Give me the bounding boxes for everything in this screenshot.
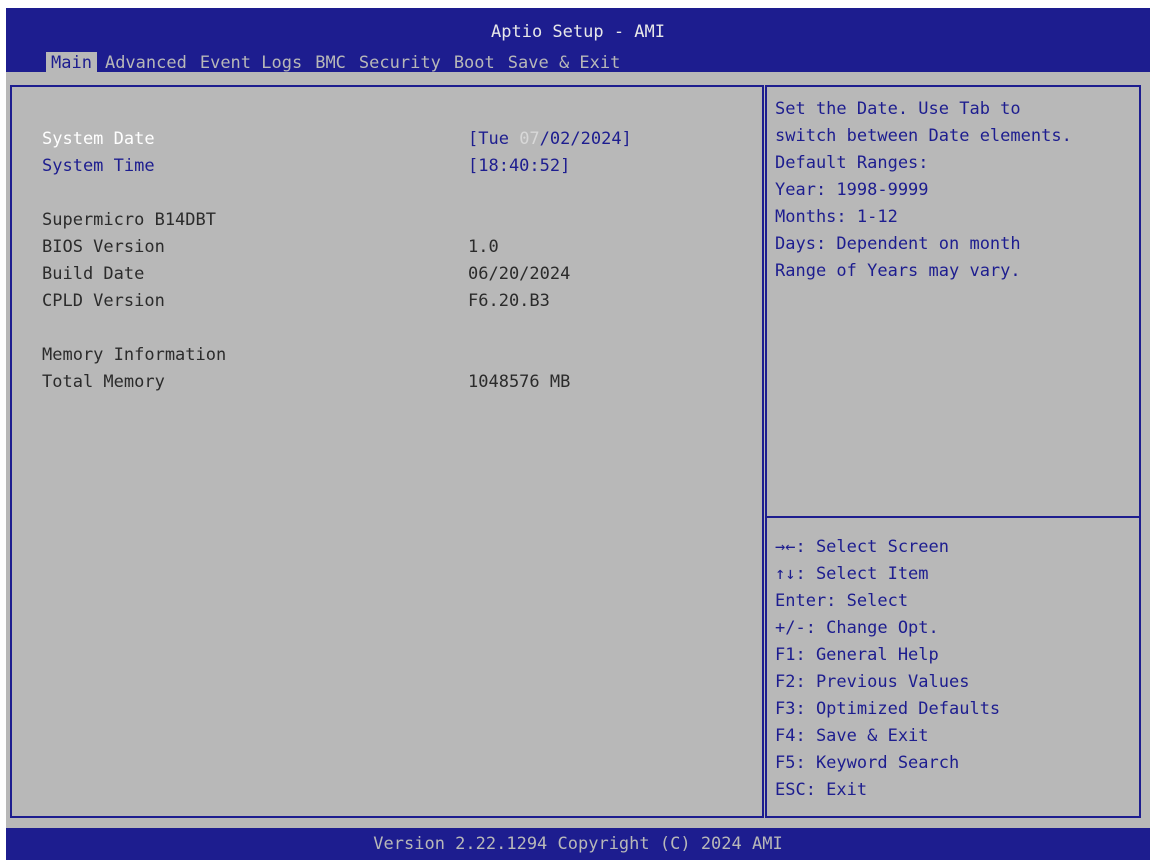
- key-help-esc: ESC: Exit: [775, 780, 868, 800]
- tab-boot[interactable]: Boot: [449, 52, 500, 74]
- help-text-line: Days: Dependent on month: [775, 234, 1021, 254]
- cpld-version-label: CPLD Version: [42, 291, 165, 311]
- help-divider: [767, 516, 1139, 518]
- header-bar: Aptio Setup - AMI Main Advanced Event Lo…: [6, 8, 1150, 74]
- footer-version-text: Version 2.22.1294 Copyright (C) 2024 AMI: [373, 834, 783, 854]
- tab-event-logs[interactable]: Event Logs: [195, 52, 307, 74]
- build-date-value: 06/20/2024: [468, 264, 571, 284]
- system-time-label[interactable]: System Time: [42, 154, 155, 178]
- key-help-select-screen: →←: Select Screen: [775, 537, 949, 557]
- system-date-field[interactable]: [Tue 07/02/2024]: [468, 127, 632, 151]
- help-text-line: Set the Date. Use Tab to: [775, 99, 1021, 119]
- key-help-f3: F3: Optimized Defaults: [775, 699, 1001, 719]
- key-help-select-item: ↑↓: Select Item: [775, 564, 929, 584]
- key-help-f1: F1: General Help: [775, 645, 939, 665]
- key-help-f2: F2: Previous Values: [775, 672, 970, 692]
- total-memory-value: 1048576 MB: [468, 372, 571, 392]
- cpld-version-value: F6.20.B3: [468, 291, 550, 311]
- system-date-label[interactable]: System Date: [42, 127, 155, 151]
- system-date-prefix: [Tue: [468, 129, 520, 149]
- tab-save-exit[interactable]: Save & Exit: [503, 52, 626, 74]
- key-help-f5: F5: Keyword Search: [775, 753, 960, 773]
- system-date-month-cursor[interactable]: 07: [519, 129, 539, 149]
- tab-bmc[interactable]: BMC: [310, 52, 351, 74]
- system-time-field[interactable]: [18:40:52]: [468, 154, 570, 178]
- footer-bar: Version 2.22.1294 Copyright (C) 2024 AMI: [6, 828, 1150, 860]
- system-date-suffix: /02/2024]: [539, 129, 632, 149]
- total-memory-label: Total Memory: [42, 372, 165, 392]
- board-name: Supermicro B14DBT: [42, 210, 216, 230]
- bios-version-value: 1.0: [468, 237, 499, 257]
- build-date-label: Build Date: [42, 264, 145, 284]
- help-text-line: Months: 1-12: [775, 207, 898, 227]
- main-panel: System Date [Tue 07/02/2024] System Time…: [10, 85, 764, 818]
- key-help-f4: F4: Save & Exit: [775, 726, 929, 746]
- tab-security[interactable]: Security: [354, 52, 446, 74]
- help-text-line: Default Ranges:: [775, 153, 929, 173]
- tab-advanced[interactable]: Advanced: [100, 52, 192, 74]
- memory-info-heading: Memory Information: [42, 345, 227, 365]
- app-title: Aptio Setup - AMI: [491, 22, 665, 42]
- key-help-change-opt: +/-: Change Opt.: [775, 618, 939, 638]
- help-text-line: Range of Years may vary.: [775, 261, 1021, 281]
- tab-bar: Main Advanced Event Logs BMC Security Bo…: [46, 52, 628, 74]
- bios-version-label: BIOS Version: [42, 237, 165, 257]
- tab-main[interactable]: Main: [46, 52, 97, 74]
- help-panel: Set the Date. Use Tab to switch between …: [765, 85, 1141, 818]
- key-help-enter: Enter: Select: [775, 591, 909, 611]
- help-text-line: switch between Date elements.: [775, 126, 1072, 146]
- help-text-line: Year: 1998-9999: [775, 180, 929, 200]
